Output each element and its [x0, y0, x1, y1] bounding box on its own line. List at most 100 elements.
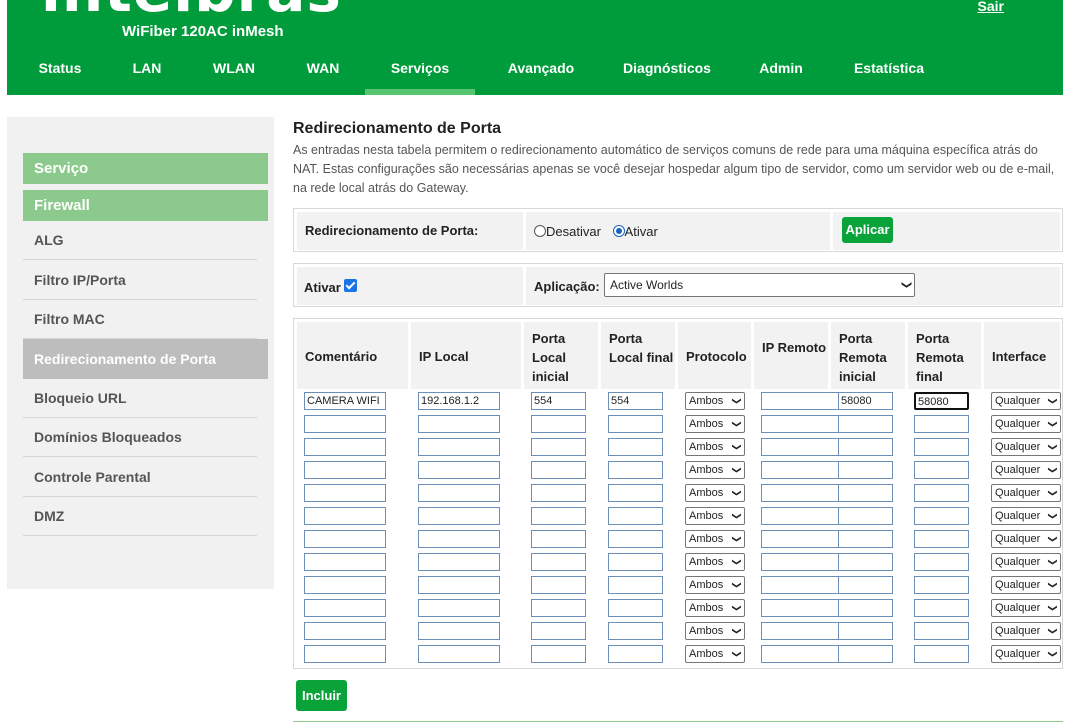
remote-start-port-input[interactable]: [838, 645, 893, 663]
remote-end-port-input[interactable]: [914, 507, 969, 525]
protocol-select[interactable]: Ambos ❯: [685, 599, 745, 617]
remote-ip-input[interactable]: [761, 576, 839, 594]
comment-input[interactable]: [304, 415, 386, 433]
comment-input[interactable]: CAMERA WIFI: [304, 392, 386, 410]
nav-diagnosticos[interactable]: Diagnósticos: [611, 52, 723, 95]
comment-input[interactable]: [304, 622, 386, 640]
remote-end-port-input[interactable]: [914, 645, 969, 663]
comment-input[interactable]: [304, 553, 386, 571]
local-start-port-input[interactable]: [531, 507, 586, 525]
remote-start-port-input[interactable]: [838, 461, 893, 479]
remote-ip-input[interactable]: [761, 553, 839, 571]
remote-ip-input[interactable]: [761, 645, 839, 663]
radio-disable[interactable]: [534, 225, 546, 237]
interface-select[interactable]: Qualquer ❯: [991, 645, 1061, 663]
remote-start-port-input[interactable]: [838, 530, 893, 548]
comment-input[interactable]: [304, 645, 386, 663]
sidebar-section-firewall[interactable]: Firewall: [23, 190, 268, 221]
local-ip-input[interactable]: [418, 622, 500, 640]
interface-select[interactable]: Qualquer ❯: [991, 461, 1061, 479]
sidebar-section-servico[interactable]: Serviço: [23, 153, 268, 184]
interface-select[interactable]: Qualquer ❯: [991, 622, 1061, 640]
local-start-port-input[interactable]: 554: [531, 392, 586, 410]
local-start-port-input[interactable]: [531, 415, 586, 433]
protocol-select[interactable]: Ambos ❯: [685, 392, 745, 410]
protocol-select[interactable]: Ambos ❯: [685, 415, 745, 433]
comment-input[interactable]: [304, 484, 386, 502]
add-button[interactable]: Incluir: [296, 680, 347, 711]
remote-start-port-input[interactable]: [838, 576, 893, 594]
local-end-port-input[interactable]: [608, 484, 663, 502]
local-start-port-input[interactable]: [531, 645, 586, 663]
local-ip-input[interactable]: [418, 438, 500, 456]
remote-end-port-input[interactable]: [914, 599, 969, 617]
sidebar-item-redirecionamento[interactable]: Redirecionamento de Porta: [23, 339, 268, 379]
local-end-port-input[interactable]: [608, 622, 663, 640]
local-end-port-input[interactable]: [608, 553, 663, 571]
remote-end-port-input[interactable]: [914, 553, 969, 571]
local-end-port-input[interactable]: [608, 461, 663, 479]
remote-start-port-input[interactable]: 58080: [838, 392, 893, 410]
apply-button[interactable]: Aplicar: [842, 217, 893, 243]
local-start-port-input[interactable]: [531, 438, 586, 456]
radio-enable-label[interactable]: Ativar: [625, 224, 658, 239]
nav-wan[interactable]: WAN: [297, 52, 349, 95]
remote-end-port-input[interactable]: [914, 530, 969, 548]
remote-ip-input[interactable]: [761, 622, 839, 640]
protocol-select[interactable]: Ambos ❯: [685, 484, 745, 502]
remote-start-port-input[interactable]: [838, 622, 893, 640]
comment-input[interactable]: [304, 507, 386, 525]
protocol-select[interactable]: Ambos ❯: [685, 645, 745, 663]
local-end-port-input[interactable]: 554: [608, 392, 663, 410]
nav-servicos[interactable]: Serviços: [365, 52, 475, 95]
comment-input[interactable]: [304, 576, 386, 594]
remote-end-port-input[interactable]: [914, 484, 969, 502]
remote-end-port-input[interactable]: 58080: [914, 392, 969, 410]
remote-ip-input[interactable]: [761, 461, 839, 479]
local-start-port-input[interactable]: [531, 553, 586, 571]
remote-ip-input[interactable]: [761, 484, 839, 502]
comment-input[interactable]: [304, 530, 386, 548]
remote-start-port-input[interactable]: [838, 438, 893, 456]
nav-wlan[interactable]: WLAN: [203, 52, 265, 95]
local-end-port-input[interactable]: [608, 438, 663, 456]
protocol-select[interactable]: Ambos ❯: [685, 438, 745, 456]
radio-enable[interactable]: [612, 225, 625, 237]
nav-status[interactable]: Status: [29, 52, 91, 95]
logout-link[interactable]: Sair: [978, 0, 1004, 14]
activate-checkbox[interactable]: [343, 279, 357, 292]
remote-start-port-input[interactable]: [838, 553, 893, 571]
interface-select[interactable]: Qualquer ❯: [991, 507, 1061, 525]
local-end-port-input[interactable]: [608, 645, 663, 663]
local-start-port-input[interactable]: [531, 484, 586, 502]
interface-select[interactable]: Qualquer ❯: [991, 599, 1061, 617]
nav-estatistica[interactable]: Estatística: [841, 52, 937, 95]
remote-end-port-input[interactable]: [914, 461, 969, 479]
local-start-port-input[interactable]: [531, 530, 586, 548]
local-end-port-input[interactable]: [608, 415, 663, 433]
remote-start-port-input[interactable]: [838, 599, 893, 617]
local-start-port-input[interactable]: [531, 622, 586, 640]
comment-input[interactable]: [304, 438, 386, 456]
sidebar-item-filtro-mac[interactable]: Filtro MAC: [23, 299, 257, 339]
remote-ip-input[interactable]: [761, 599, 839, 617]
sidebar-item-dominios-bloqueados[interactable]: Domínios Bloqueados: [23, 417, 257, 457]
sidebar-item-filtro-ip-porta[interactable]: Filtro IP/Porta: [23, 260, 257, 300]
remote-start-port-input[interactable]: [838, 507, 893, 525]
interface-select[interactable]: Qualquer ❯: [991, 576, 1061, 594]
remote-ip-input[interactable]: [761, 392, 839, 410]
application-select[interactable]: Active Worlds ❯: [604, 273, 915, 297]
remote-ip-input[interactable]: [761, 507, 839, 525]
local-ip-input[interactable]: [418, 599, 500, 617]
remote-ip-input[interactable]: [761, 530, 839, 548]
nav-lan[interactable]: LAN: [119, 52, 175, 95]
sidebar-item-alg[interactable]: ALG: [23, 220, 257, 260]
protocol-select[interactable]: Ambos ❯: [685, 622, 745, 640]
remote-ip-input[interactable]: [761, 415, 839, 433]
remote-end-port-input[interactable]: [914, 415, 969, 433]
sidebar-item-bloqueio-url[interactable]: Bloqueio URL: [23, 378, 257, 418]
protocol-select[interactable]: Ambos ❯: [685, 576, 745, 594]
remote-end-port-input[interactable]: [914, 438, 969, 456]
remote-end-port-input[interactable]: [914, 622, 969, 640]
remote-end-port-input[interactable]: [914, 576, 969, 594]
